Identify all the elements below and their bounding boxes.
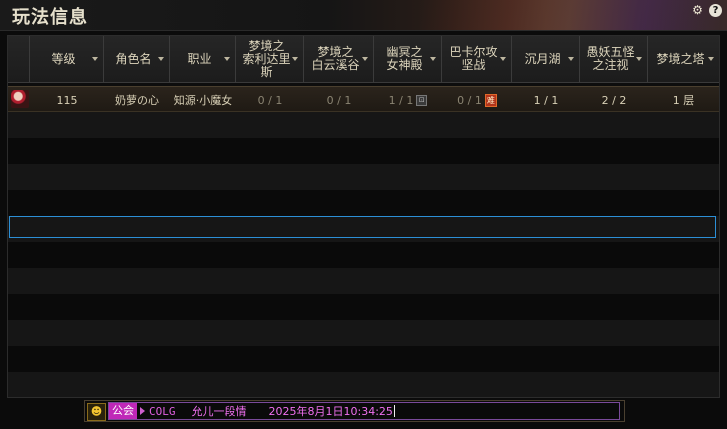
- column-label: 职业: [187, 51, 212, 66]
- title-bar: 玩法信息 ⚙ ?: [0, 0, 727, 31]
- cell-name: 奶萝の心: [115, 94, 159, 107]
- sort-arrow-icon: [92, 57, 98, 61]
- avatar: [11, 90, 29, 108]
- empty-row: [8, 190, 719, 216]
- cell-bakal: 0 / 1难: [442, 87, 512, 113]
- empty-row: [8, 372, 719, 397]
- chat-text: 允儿一段情: [191, 405, 247, 418]
- sort-arrow-icon: [500, 57, 506, 61]
- column-header-bakal[interactable]: 巴卡尔攻 坚战: [442, 36, 512, 82]
- sort-arrow-icon: [362, 57, 368, 61]
- play-info-table: 等级 角色名 职业 梦境之 索利达里 斯 梦境之 白云溪谷 幽冥之 女神殿 巴卡…: [7, 35, 720, 398]
- column-label: 梦境之 白云溪谷: [311, 45, 360, 72]
- column-label: 等级: [51, 51, 76, 66]
- table-header: 等级 角色名 职业 梦境之 索利达里 斯 梦境之 白云溪谷 幽冥之 女神殿 巴卡…: [8, 36, 719, 83]
- cell-fivemonsters: 2 / 2: [601, 93, 627, 107]
- empty-row: [8, 268, 719, 294]
- gear-icon[interactable]: ⚙: [691, 4, 704, 17]
- empty-row: [8, 164, 719, 190]
- bakal-count: 0 / 1: [457, 93, 482, 107]
- arrow-right-icon: [140, 407, 145, 415]
- emoji-icon[interactable]: ☻: [87, 403, 106, 421]
- column-header-fivemonsters[interactable]: 愚妖五怪 之注视: [580, 36, 648, 82]
- goddess-count: 1 / 1: [388, 93, 414, 107]
- column-header-class[interactable]: 职业: [170, 36, 236, 82]
- column-header-name[interactable]: 角色名: [104, 36, 170, 82]
- column-header-moonlake[interactable]: 沉月湖: [512, 36, 580, 82]
- empty-row: [8, 346, 719, 372]
- cell-goddess: 1 / 1 ⊡: [374, 87, 442, 113]
- help-icon[interactable]: ?: [709, 4, 722, 17]
- column-label: 角色名: [115, 51, 152, 66]
- sort-arrow-icon: [430, 57, 436, 61]
- table-row[interactable]: 115 奶萝の心 知源·小魔女 0 / 1 0 / 1 1 / 1 ⊡ 0 / 1…: [8, 86, 719, 112]
- column-header-solidaris[interactable]: 梦境之 索利达里 斯: [236, 36, 304, 82]
- empty-row: [8, 112, 719, 138]
- sort-arrow-icon: [568, 57, 574, 61]
- guild-channel-tag[interactable]: 公会: [109, 403, 137, 419]
- selected-row-highlight[interactable]: [9, 216, 716, 238]
- sort-arrow-icon: [292, 57, 298, 61]
- header-spacer: [8, 36, 30, 82]
- column-label: 愚妖五怪 之注视: [586, 45, 635, 72]
- chat-timestamp: 2025年8月1日10:34:25: [268, 405, 393, 418]
- cell-tower: 1 层: [672, 94, 695, 107]
- cell-level: 115: [56, 93, 78, 107]
- sort-arrow-icon: [224, 57, 230, 61]
- column-label: 沉月湖: [524, 51, 561, 66]
- column-header-level[interactable]: 等级: [30, 36, 104, 82]
- cell-solidaris: 0 / 1: [257, 93, 283, 107]
- hard-mode-icon: 难: [484, 93, 497, 107]
- cell-baiyun: 0 / 1: [326, 93, 352, 107]
- empty-row: [8, 242, 719, 268]
- window-title: 玩法信息: [12, 7, 88, 28]
- column-header-tower[interactable]: 梦境之塔: [648, 36, 719, 82]
- column-label: 梦境之 索利达里 斯: [242, 38, 291, 79]
- column-header-baiyun[interactable]: 梦境之 白云溪谷: [304, 36, 374, 82]
- empty-row: [8, 138, 719, 164]
- empty-row: [8, 294, 719, 320]
- sort-arrow-icon: [158, 57, 164, 61]
- lock-icon: ⊡: [416, 94, 428, 106]
- cell-class: 知源·小魔女: [173, 94, 233, 107]
- cell-moonlake: 1 / 1: [533, 93, 559, 107]
- text-caret: [393, 405, 395, 417]
- column-label: 幽冥之 女神殿: [386, 45, 423, 72]
- chat-message[interactable]: 公会 COLG 允儿一段情 2025年8月1日10:34:25: [108, 402, 620, 420]
- title-bar-decoration: [420, 0, 720, 30]
- chat-bar: ☻ 公会 COLG 允儿一段情 2025年8月1日10:34:25: [84, 400, 625, 422]
- sort-arrow-icon: [708, 57, 714, 61]
- chat-sender[interactable]: COLG: [149, 405, 176, 418]
- empty-row: [8, 320, 719, 346]
- column-header-goddess[interactable]: 幽冥之 女神殿: [374, 36, 442, 82]
- sort-arrow-icon: [636, 57, 642, 61]
- column-label: 巴卡尔攻 坚战: [449, 45, 498, 72]
- column-label: 梦境之塔: [656, 51, 705, 66]
